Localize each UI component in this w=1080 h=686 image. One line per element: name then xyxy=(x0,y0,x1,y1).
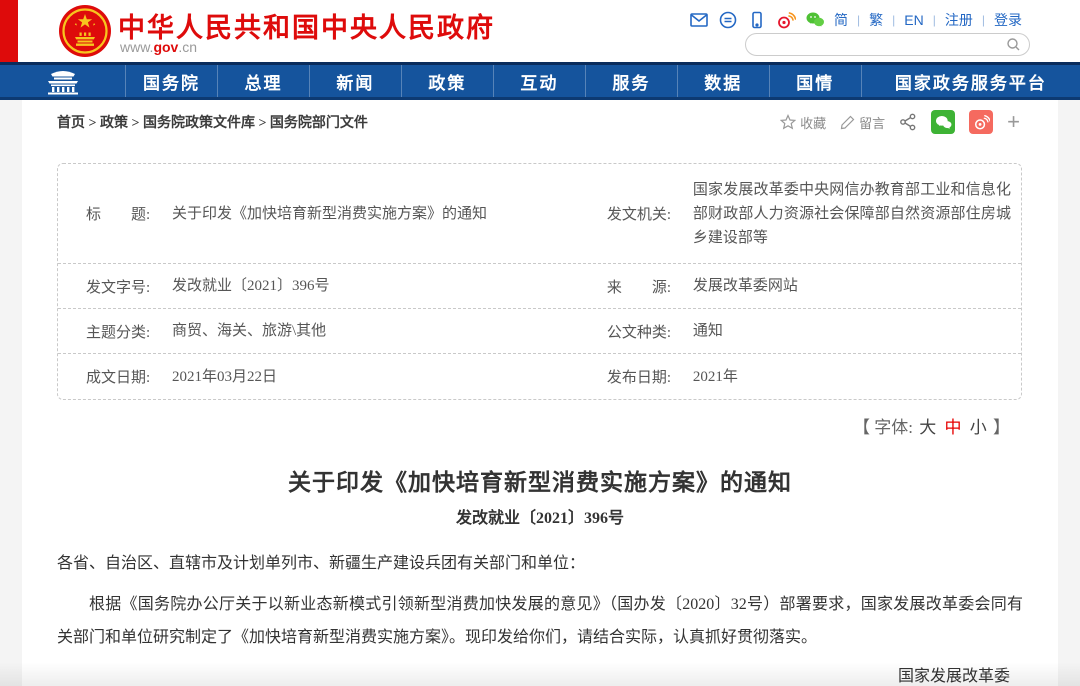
article: 关于印发《加快培育新型消费实施方案》的通知 发改就业〔2021〕396号 各省、… xyxy=(22,463,1058,686)
meta-label-written-date: 成文日期: xyxy=(86,370,151,386)
meta-cell-doc-number: 发文字号: 发改就业〔2021〕396号 xyxy=(58,268,607,304)
weibo-icon[interactable] xyxy=(776,10,797,30)
site-header: 中华人民共和国中央人民政府 www.gov.cn 简 | 繁 | EN | 注册… xyxy=(0,0,1080,62)
font-size-control: 【 字体: 大 中 小 】 xyxy=(22,413,1010,438)
meta-value-issuing-agency: 国家发展改革委中央网信办教育部工业和信息化部财政部人力资源社会保障部自然资源部住… xyxy=(692,181,1011,246)
meta-cell-category: 主题分类: 商贸、海关、旅游\其他 xyxy=(58,313,607,349)
url-cn: .cn xyxy=(178,39,198,55)
body-paragraph: 根据《国务院办公厅关于以新业态新模式引领新型消费加快发展的意见》（国办发〔202… xyxy=(57,596,1023,646)
message-label: 留言 xyxy=(859,115,886,131)
link-separator: | xyxy=(857,13,861,27)
meta-cell-publish-date: 发布日期: 2021年 xyxy=(607,359,1021,395)
share-wechat-button[interactable] xyxy=(931,110,956,134)
signature-line-1: 国家发展改革委 xyxy=(897,668,1010,685)
meta-label-issuing-agency: 发文机关: xyxy=(606,207,672,223)
nav-item-services[interactable]: 服务 xyxy=(584,65,677,97)
nav-item-news[interactable]: 新闻 xyxy=(308,65,401,97)
meta-label-source: 来 源: xyxy=(606,279,672,296)
content-area: 首页 > 政策 > 国务院政策文件库 > 国务院部门文件 收藏 留言 + 标 题… xyxy=(22,100,1058,686)
meta-row-category-type: 主题分类: 商贸、海关、旅游\其他 公文种类: 通知 xyxy=(58,309,1021,354)
nav-item-gov-service-platform[interactable]: 国家政务服务平台 xyxy=(860,65,1080,97)
meta-cell-issuing-agency: 发文机关: 国家发展改革委中央网信办教育部工业和信息化部财政部人力资源社会保障部… xyxy=(607,172,1021,256)
meta-value-written-date: 2021年03月22日 xyxy=(172,368,278,385)
login-link[interactable]: 登录 xyxy=(994,10,1022,30)
favorite-button[interactable]: 收藏 xyxy=(780,113,826,132)
url-www: www. xyxy=(120,39,154,55)
nav-home-tiananmen[interactable] xyxy=(0,65,125,97)
meta-label-doc-number: 发文字号: xyxy=(86,279,151,296)
share-weibo-button[interactable] xyxy=(969,110,994,134)
header-utility-row: 简 | 繁 | EN | 注册 | 登录 xyxy=(689,10,1022,30)
document-title: 关于印发《加快培育新型消费实施方案》的通知 xyxy=(288,470,792,495)
mobile-icon[interactable] xyxy=(747,10,767,30)
share-icon[interactable] xyxy=(899,113,917,131)
wechat-share-icon xyxy=(935,115,952,129)
font-ctl-label: 字体: xyxy=(874,418,913,437)
nav-item-premier[interactable]: 总理 xyxy=(216,65,309,97)
font-size-large-button[interactable]: 大 xyxy=(919,418,936,437)
wechat-icon[interactable] xyxy=(805,10,825,30)
page: 中华人民共和国中央人民政府 www.gov.cn 简 | 繁 | EN | 注册… xyxy=(0,0,1080,686)
page-toolbar: 收藏 留言 + xyxy=(780,110,1020,134)
national-emblem-logo xyxy=(59,5,111,57)
tiananmen-icon xyxy=(47,70,78,94)
message-bubble-icon[interactable] xyxy=(718,10,738,30)
lang-traditional-link[interactable]: 繁 xyxy=(869,10,883,30)
meta-value-doc-number: 发改就业〔2021〕396号 xyxy=(172,278,330,294)
meta-row-title-agency: 标 题: 关于印发《加快培育新型消费实施方案》的通知 发文机关: 国家发展改革委… xyxy=(58,164,1021,264)
site-url: www.gov.cn xyxy=(120,39,197,55)
meta-value-category: 商贸、海关、旅游\其他 xyxy=(172,323,327,339)
url-gov: gov xyxy=(153,39,179,55)
meta-row-number-source: 发文字号: 发改就业〔2021〕396号 来 源: 发展改革委网站 xyxy=(58,264,1021,309)
meta-value-doc-type: 通知 xyxy=(692,323,723,339)
meta-cell-source: 来 源: 发展改革委网站 xyxy=(607,268,1021,304)
more-share-button[interactable]: + xyxy=(1007,111,1020,133)
link-separator: | xyxy=(981,13,985,27)
favorite-label: 收藏 xyxy=(800,115,827,131)
search-input[interactable] xyxy=(746,35,1006,54)
link-separator: | xyxy=(932,13,936,27)
meta-value-publish-date: 2021年 xyxy=(692,368,738,385)
nav-item-data[interactable]: 数据 xyxy=(676,65,769,97)
nav-item-state-council[interactable]: 国务院 xyxy=(125,65,217,97)
font-size-small-button[interactable]: 小 xyxy=(970,418,987,437)
nav-item-policy[interactable]: 政策 xyxy=(400,65,493,97)
lang-english-link[interactable]: EN xyxy=(904,12,923,28)
nav-item-interact[interactable]: 互动 xyxy=(492,65,585,97)
meta-cell-written-date: 成文日期: 2021年03月22日 xyxy=(58,359,607,395)
weibo-share-icon xyxy=(974,114,990,129)
nav-item-national-conditions[interactable]: 国情 xyxy=(768,65,861,97)
meta-label-publish-date: 发布日期: xyxy=(606,370,672,386)
font-size-medium-button[interactable]: 中 xyxy=(945,418,962,437)
meta-label-title: 标 题: xyxy=(86,207,151,223)
breadcrumb-row: 首页 > 政策 > 国务院政策文件库 > 国务院部门文件 收藏 留言 + xyxy=(22,100,1058,144)
meta-label-category: 主题分类: xyxy=(86,324,151,341)
meta-label-doc-type: 公文种类: xyxy=(606,324,672,341)
meta-cell-doc-type: 公文种类: 通知 xyxy=(607,313,1021,349)
mail-icon[interactable] xyxy=(689,10,709,30)
font-ctl-open: 【 xyxy=(853,418,871,437)
main-nav: 国务院 总理 新闻 政策 互动 服务 数据 国情 国家政务服务平台 xyxy=(0,62,1080,100)
red-accent-bar xyxy=(0,0,18,62)
meta-cell-title: 标 题: 关于印发《加快培育新型消费实施方案》的通知 xyxy=(58,196,607,232)
pencil-icon xyxy=(840,115,855,129)
breadcrumb[interactable]: 首页 > 政策 > 国务院政策文件库 > 国务院部门文件 xyxy=(57,112,368,132)
document-meta-table: 标 题: 关于印发《加快培育新型消费实施方案》的通知 发文机关: 国家发展改革委… xyxy=(57,163,1022,400)
link-separator: | xyxy=(892,13,896,27)
meta-value-source: 发展改革委网站 xyxy=(692,278,798,294)
message-button[interactable]: 留言 xyxy=(840,113,885,132)
register-link[interactable]: 注册 xyxy=(945,10,973,30)
meta-value-title: 关于印发《加快培育新型消费实施方案》的通知 xyxy=(172,205,488,222)
search-box[interactable] xyxy=(745,33,1030,56)
salutation: 各省、自治区、直辖市及计划单列市、新疆生产建设兵团有关部门和单位： xyxy=(57,555,586,572)
font-ctl-close: 】 xyxy=(993,418,1010,437)
search-icon[interactable] xyxy=(1006,37,1021,52)
lang-simplified-link[interactable]: 简 xyxy=(834,10,848,30)
star-icon xyxy=(780,114,797,130)
meta-row-dates: 成文日期: 2021年03月22日 发布日期: 2021年 xyxy=(58,354,1021,399)
document-number: 发改就业〔2021〕396号 xyxy=(455,510,624,527)
